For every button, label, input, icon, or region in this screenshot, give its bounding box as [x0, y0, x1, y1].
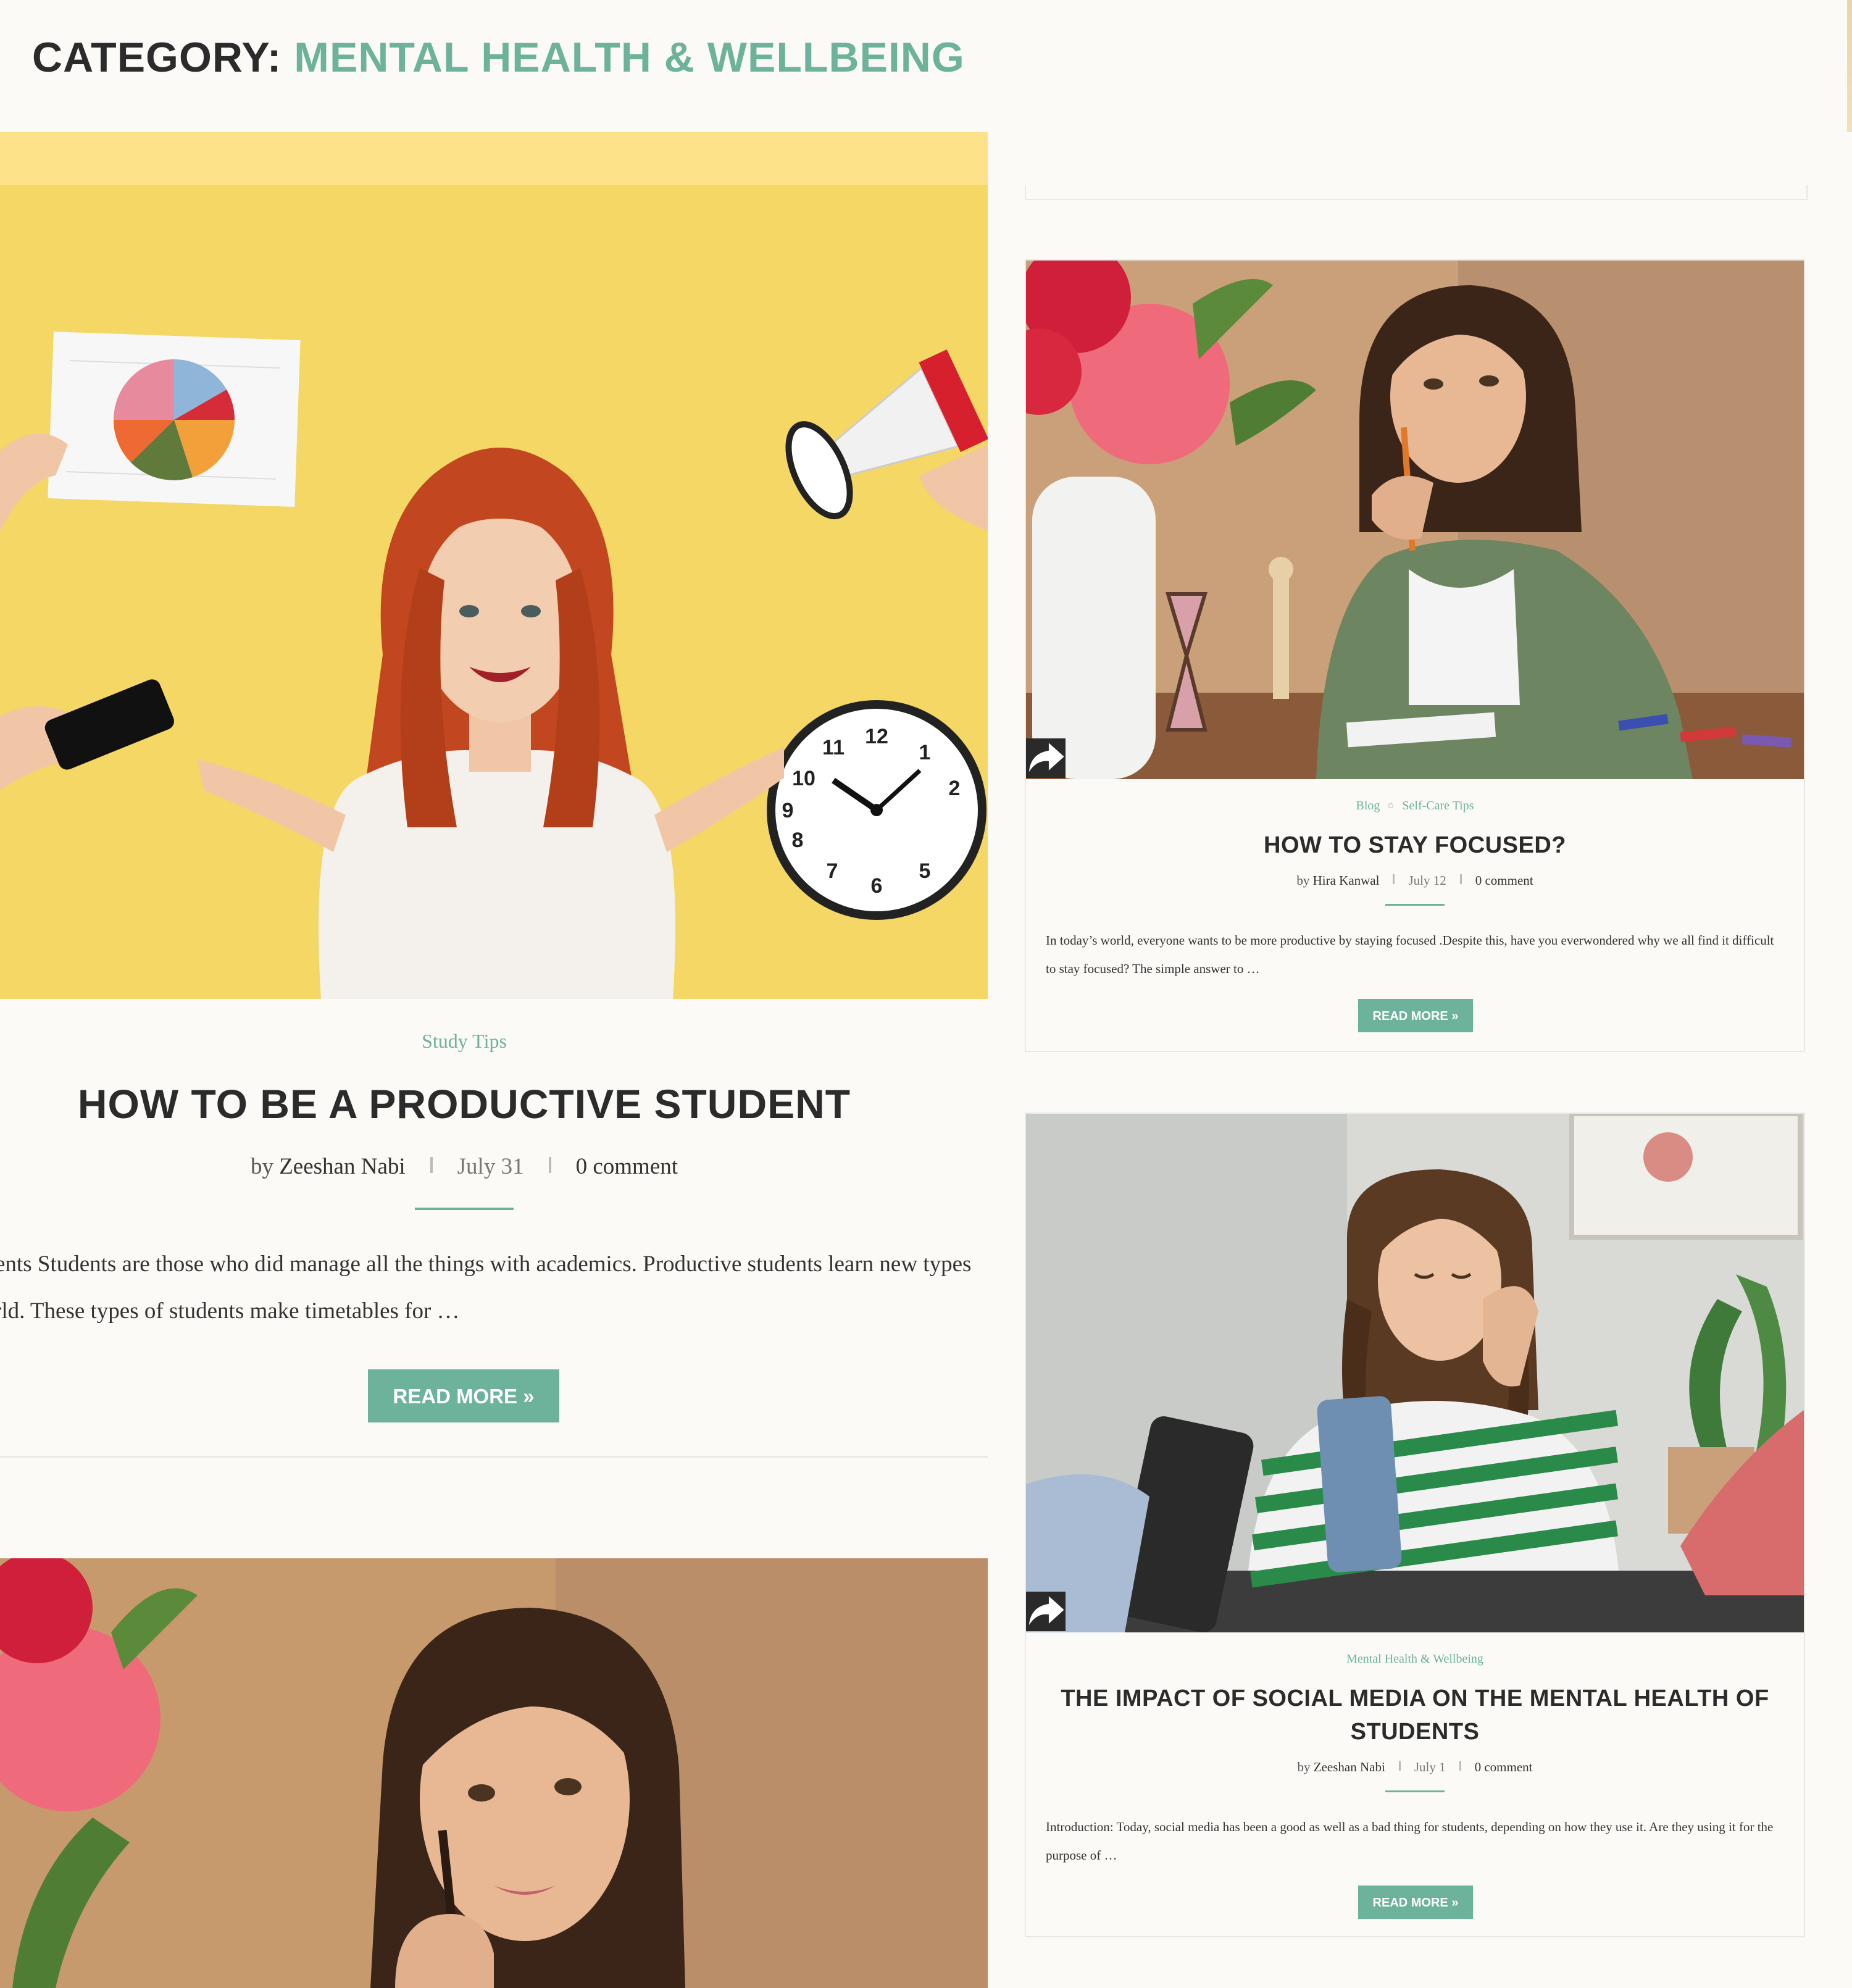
- featured-image-top-strip: [0, 132, 1056, 188]
- post-card-meta: by Hira Kanwal July 12 0 comment: [1026, 873, 1804, 888]
- title-divider: [1385, 1790, 1445, 1792]
- title-divider: [1385, 904, 1445, 906]
- meta-separator: [430, 1157, 433, 1173]
- post-card-meta: by Zeeshan Nabi July 1 0 comment: [1026, 1760, 1804, 1775]
- comment-count[interactable]: 0 comment: [1475, 1760, 1533, 1774]
- featured-post-meta: by Zeeshan Nabi July 31 0 comment: [0, 1153, 928, 1180]
- svg-text:7: 7: [827, 859, 838, 883]
- svg-text:6: 6: [871, 874, 883, 898]
- post-date[interactable]: July 1: [1414, 1760, 1446, 1774]
- post-card: Blog Self-Care Tips HOW TO STAY FOCUSED? …: [1025, 259, 1805, 1052]
- author-prefix: by: [1297, 1760, 1311, 1774]
- share-arrow-icon: [1028, 1596, 1064, 1626]
- author-link[interactable]: Zeeshan Nabi: [279, 1154, 405, 1179]
- post-card: Mental Health & Wellbeing THE IMPACT OF …: [1025, 1113, 1805, 1937]
- previous-card-bottom-edge: [1025, 185, 1808, 200]
- post-date[interactable]: July 31: [457, 1154, 524, 1179]
- category-link-self-care[interactable]: Self-Care Tips: [1402, 799, 1474, 812]
- title-divider: [415, 1208, 514, 1210]
- featured-post-excerpt: ents Students are those who did manage a…: [0, 1241, 988, 1340]
- post-card-excerpt: Introduction: Today, social media has be…: [1046, 1819, 1774, 1863]
- post-card-categories: Mental Health & Wellbeing: [1026, 1652, 1804, 1666]
- author-link[interactable]: Hira Kanwal: [1313, 873, 1380, 888]
- svg-text:12: 12: [865, 725, 888, 748]
- productive-student-illustration: 12 12 5 6 7 8 9 10 11: [0, 185, 988, 999]
- featured-post-category[interactable]: Study Tips: [0, 1030, 928, 1053]
- post-separator: [0, 1456, 988, 1458]
- svg-text:1: 1: [919, 741, 931, 764]
- comment-count[interactable]: 0 comment: [1475, 873, 1533, 888]
- focused-girl-photo: [0, 1558, 988, 1988]
- read-more-button[interactable]: READ MORE »: [1358, 999, 1473, 1032]
- post-card-title[interactable]: HOW TO STAY FOCUSED?: [1051, 829, 1779, 862]
- author-prefix: by: [1296, 873, 1310, 888]
- share-arrow-icon: [1028, 743, 1064, 772]
- share-button[interactable]: [1026, 738, 1066, 778]
- excerpt-line: ents Students are those who did manage a…: [0, 1251, 972, 1277]
- post-card-excerpt: In today’s world, everyone wants to be m…: [1046, 933, 1774, 976]
- post-card-image[interactable]: [1026, 261, 1804, 779]
- post-card-image[interactable]: [1026, 1114, 1804, 1632]
- featured-post-image[interactable]: 12 1 2 5 6 7 8 9 10 11: [0, 185, 988, 999]
- category-link-blog[interactable]: Blog: [1356, 799, 1380, 812]
- post-date[interactable]: July 12: [1408, 873, 1446, 888]
- featured-post-title[interactable]: HOW TO BE A PRODUCTIVE STUDENT: [0, 1080, 928, 1127]
- sidebar-top-background: [988, 132, 1852, 188]
- social-media-student-photo: [1026, 1114, 1804, 1632]
- meta-separator: [1398, 1761, 1401, 1771]
- focused-girl-photo: [1026, 261, 1804, 779]
- svg-text:11: 11: [822, 736, 845, 759]
- read-more-button[interactable]: READ MORE »: [1358, 1886, 1473, 1919]
- post-card-title[interactable]: THE IMPACT OF SOCIAL MEDIA ON THE MENTAL…: [1051, 1682, 1779, 1748]
- share-button[interactable]: [1026, 1592, 1066, 1631]
- excerpt-line: rld. These types of students make timeta…: [0, 1298, 460, 1324]
- svg-text:8: 8: [792, 829, 804, 852]
- svg-text:10: 10: [792, 767, 815, 790]
- svg-text:9: 9: [782, 799, 794, 822]
- svg-text:5: 5: [919, 859, 931, 883]
- read-more-button[interactable]: READ MORE »: [368, 1369, 559, 1422]
- meta-separator: [1459, 874, 1462, 884]
- meta-separator: [1393, 874, 1395, 884]
- category-link-mental-health[interactable]: Mental Health & Wellbeing: [1346, 1652, 1483, 1666]
- meta-separator: [1459, 1761, 1461, 1771]
- page-title-label: CATEGORY:: [32, 34, 282, 81]
- next-post-image[interactable]: [0, 1558, 988, 1988]
- comment-count[interactable]: 0 comment: [576, 1154, 678, 1179]
- svg-text:2: 2: [949, 777, 961, 800]
- post-card-categories: Blog Self-Care Tips: [1026, 799, 1804, 813]
- category-name: MENTAL HEALTH & WELLBEING: [294, 34, 965, 81]
- category-separator: [1388, 803, 1394, 808]
- author-prefix: by: [250, 1154, 273, 1179]
- author-link[interactable]: Zeeshan Nabi: [1314, 1760, 1385, 1774]
- page-title: CATEGORY: MENTAL HEALTH & WELLBEING: [32, 30, 965, 85]
- meta-separator: [548, 1157, 551, 1173]
